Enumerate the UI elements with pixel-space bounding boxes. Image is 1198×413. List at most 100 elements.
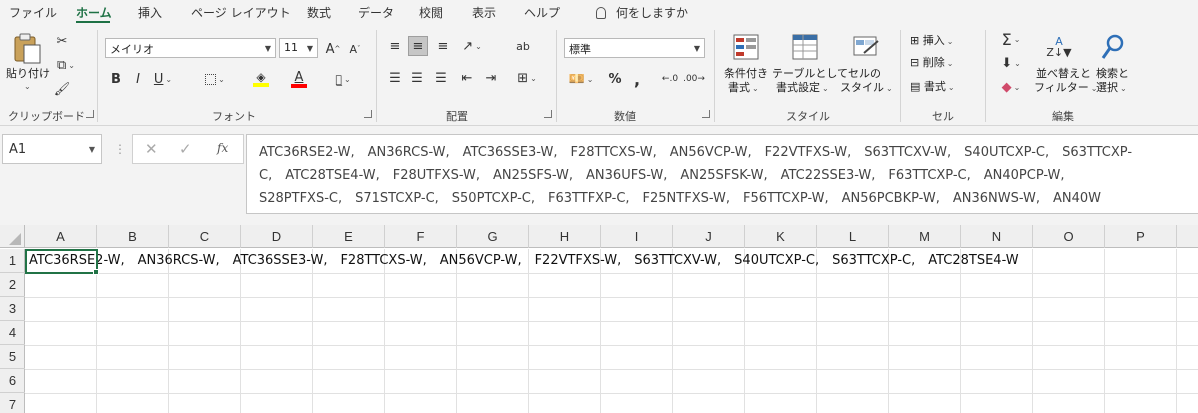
formula-input[interactable]: ATC36RSE2-W, AN36RCS-W, ATC36SSE3-W, F28…: [246, 134, 1198, 214]
row-header-4[interactable]: 4: [0, 321, 25, 345]
tell-me-search[interactable]: 何をしますか: [596, 4, 688, 21]
font-launcher-icon[interactable]: [364, 110, 372, 118]
sort-filter-icon[interactable]: A Z↓▼: [1044, 32, 1074, 62]
tab-view[interactable]: 表示: [472, 4, 496, 21]
paste-label[interactable]: 貼り付け: [6, 67, 50, 81]
borders-button[interactable]: ⌄: [200, 70, 230, 88]
increase-indent-icon[interactable]: ⇥: [482, 70, 500, 86]
name-box[interactable]: A1 ▼: [2, 134, 102, 164]
column-header-p[interactable]: P: [1105, 225, 1177, 248]
tab-home[interactable]: ホーム: [76, 4, 112, 21]
column-header-g[interactable]: G: [457, 225, 529, 248]
column-header-j[interactable]: J: [673, 225, 745, 248]
format-painter-icon[interactable]: 🖌: [52, 80, 72, 98]
align-middle-icon[interactable]: ≡: [408, 36, 428, 56]
row-header-7[interactable]: 7: [0, 393, 25, 413]
splitter-dots-icon[interactable]: ⋮: [114, 142, 126, 156]
bold-button[interactable]: B: [108, 70, 124, 88]
tab-data[interactable]: データ: [358, 4, 394, 21]
grow-font-button[interactable]: A ^: [324, 40, 342, 58]
align-right-icon[interactable]: ☰: [432, 70, 450, 86]
phonetic-button[interactable]: ｱ̲ ⌄: [330, 70, 356, 88]
tab-review[interactable]: 校閲: [419, 4, 443, 21]
insert-function-icon[interactable]: fx: [217, 141, 228, 155]
underline-button[interactable]: U ⌄: [150, 70, 176, 88]
fill-color-button[interactable]: ◈: [246, 68, 276, 90]
paste-dropdown-icon[interactable]: ⌄: [24, 82, 31, 91]
format-cells-button[interactable]: ▤ 書式 ⌄: [910, 80, 955, 95]
conditional-format-icon[interactable]: [731, 32, 761, 62]
sort-filter-label-1[interactable]: 並べ替えと: [1036, 67, 1091, 81]
active-cell-a1[interactable]: [25, 249, 98, 274]
row-header-5[interactable]: 5: [0, 345, 25, 369]
row-header-6[interactable]: 6: [0, 369, 25, 393]
paste-button[interactable]: [10, 32, 44, 66]
copy-icon[interactable]: ⧉ ⌄: [52, 56, 80, 74]
align-top-icon[interactable]: ≡: [386, 38, 404, 54]
column-header-f[interactable]: F: [385, 225, 457, 248]
column-header-i[interactable]: I: [601, 225, 673, 248]
enter-icon[interactable]: ✓: [179, 140, 192, 158]
font-name-combo[interactable]: メイリオ ▼: [105, 38, 276, 58]
row-header-1[interactable]: 1: [0, 249, 25, 273]
column-header-n[interactable]: N: [961, 225, 1033, 248]
insert-cells-button[interactable]: ⊞ 挿入 ⌄: [910, 34, 953, 49]
clipboard-launcher-icon[interactable]: [86, 110, 94, 118]
align-left-icon[interactable]: ☰: [386, 70, 404, 86]
format-as-table-icon[interactable]: [790, 32, 820, 62]
cell-styles-icon[interactable]: [851, 32, 881, 62]
percent-button[interactable]: %: [606, 70, 624, 88]
find-select-label-2[interactable]: 選択 ⌄: [1096, 81, 1127, 96]
decrease-decimal-icon[interactable]: .00→: [683, 70, 705, 88]
column-header-h[interactable]: H: [529, 225, 601, 248]
worksheet-grid[interactable]: ABCDEFGHIJKLMNOP 1234567 ATC36RSE2-W, AN…: [0, 225, 1198, 413]
column-header-b[interactable]: B: [97, 225, 169, 248]
increase-decimal-icon[interactable]: ←.0: [660, 70, 680, 88]
fill-handle[interactable]: [93, 269, 99, 275]
column-header-m[interactable]: M: [889, 225, 961, 248]
tab-help[interactable]: ヘルプ: [524, 4, 560, 21]
format-as-table-label-1[interactable]: テーブルとして: [772, 67, 848, 81]
wrap-text-button[interactable]: ab: [512, 36, 534, 56]
tab-formulas[interactable]: 数式: [307, 4, 331, 21]
number-launcher-icon[interactable]: [702, 110, 710, 118]
row-header-3[interactable]: 3: [0, 297, 25, 321]
cell-styles-label-1[interactable]: セルの: [848, 67, 881, 81]
column-header-o[interactable]: O: [1033, 225, 1105, 248]
fill-icon[interactable]: ⬇ ⌄: [996, 54, 1026, 72]
column-header-a[interactable]: A: [25, 225, 97, 248]
tab-insert[interactable]: 挿入: [138, 4, 162, 21]
column-header-d[interactable]: D: [241, 225, 313, 248]
conditional-format-label-2[interactable]: 書式 ⌄: [728, 81, 759, 96]
clear-icon[interactable]: ◆ ⌄: [996, 78, 1026, 96]
decrease-indent-icon[interactable]: ⇤: [458, 70, 476, 86]
tab-page-layout[interactable]: ページ レイアウト: [191, 4, 291, 21]
column-header-c[interactable]: C: [169, 225, 241, 248]
shrink-font-button[interactable]: Aˇ: [346, 40, 364, 58]
autosum-icon[interactable]: Σ ⌄: [996, 30, 1026, 49]
tab-file[interactable]: ファイル: [9, 4, 57, 21]
number-format-combo[interactable]: 標準 ▼: [564, 38, 705, 58]
sort-filter-label-2[interactable]: フィルター ⌄: [1034, 81, 1097, 96]
align-center-icon[interactable]: ☰: [408, 70, 426, 86]
format-as-table-label-2[interactable]: 書式設定 ⌄: [776, 81, 829, 96]
conditional-format-label-1[interactable]: 条件付き: [724, 67, 768, 81]
merge-center-icon[interactable]: ⊞ ⌄: [512, 70, 542, 86]
currency-format-icon[interactable]: 💴 ⌄: [566, 70, 596, 88]
align-bottom-icon[interactable]: ≡: [434, 38, 452, 54]
alignment-launcher-icon[interactable]: [544, 110, 552, 118]
font-size-combo[interactable]: 11 ▼: [279, 38, 318, 58]
delete-cells-button[interactable]: ⊟ 削除 ⌄: [910, 56, 953, 71]
cut-icon[interactable]: ✂: [52, 32, 72, 50]
select-all-button[interactable]: [0, 225, 25, 248]
row-header-2[interactable]: 2: [0, 273, 25, 297]
find-select-label-1[interactable]: 検索と: [1096, 67, 1129, 81]
cancel-icon[interactable]: ✕: [145, 140, 158, 158]
font-color-button[interactable]: A: [284, 68, 314, 90]
orientation-icon[interactable]: ↗ ⌄: [458, 38, 486, 54]
find-select-icon[interactable]: [1098, 32, 1128, 62]
cell-styles-label-2[interactable]: スタイル ⌄: [840, 81, 893, 96]
comma-style-button[interactable]: ,: [630, 70, 644, 89]
column-header-k[interactable]: K: [745, 225, 817, 248]
italic-button[interactable]: I: [130, 70, 146, 88]
